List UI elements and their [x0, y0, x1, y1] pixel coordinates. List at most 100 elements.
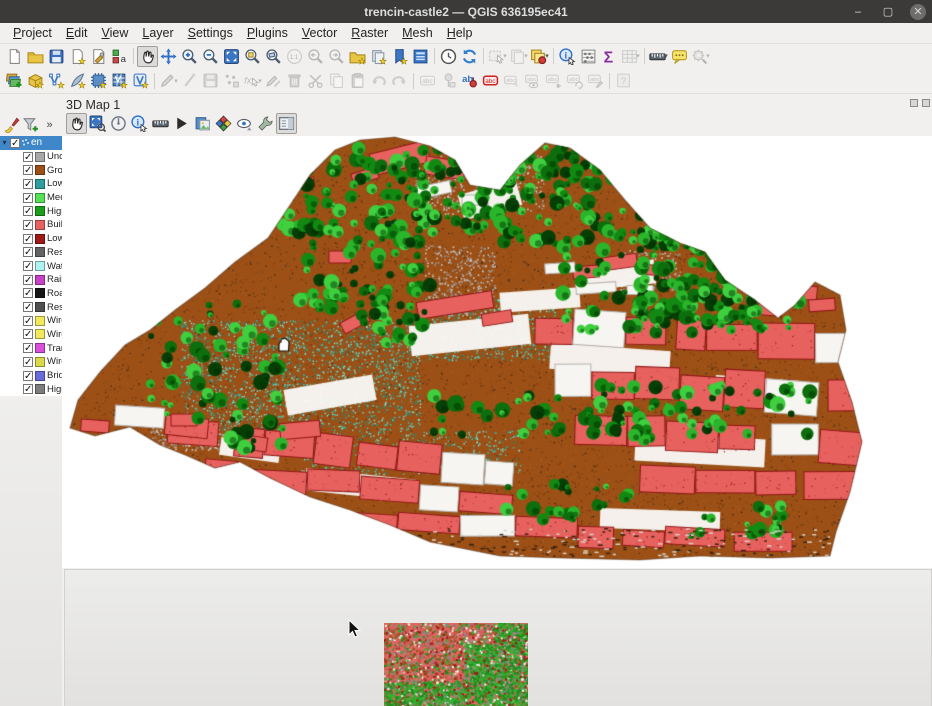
new-geojson-layer-button[interactable]: ★ [67, 70, 88, 91]
layer-class-row[interactable]: ✓High Vegetation [0, 204, 62, 218]
layer-class-row[interactable]: ✓Wire - Guard [0, 314, 62, 328]
move-label-button[interactable]: abc [543, 70, 564, 91]
zoom-out-button[interactable] [200, 46, 221, 67]
map-tips-button[interactable] [669, 46, 690, 67]
menu-mesh[interactable]: Mesh [395, 24, 440, 42]
class-checkbox[interactable]: ✓ [23, 193, 33, 203]
show-hidden-labels-button[interactable]: abc [522, 70, 543, 91]
layer-class-row[interactable]: ✓Reserved [0, 300, 62, 314]
maximize-button[interactable]: ▢ [880, 4, 896, 20]
layer-item-pointcloud[interactable]: ▾✓en [0, 136, 62, 150]
modify-attributes-button[interactable] [263, 70, 284, 91]
identify-3d-button[interactable]: i [129, 113, 150, 134]
save-project-button[interactable] [46, 46, 67, 67]
cut-features-button[interactable] [305, 70, 326, 91]
show-bookmarks-button[interactable]: ★ [368, 46, 389, 67]
identify-features-button[interactable]: i [557, 46, 578, 67]
processing-search-button[interactable]: ▾ [690, 46, 711, 67]
new-spatial-bookmark-button[interactable]: ★ [389, 46, 410, 67]
pan-map-button[interactable] [137, 46, 158, 67]
pan-to-selection-button[interactable] [158, 46, 179, 67]
more-tools-button[interactable]: » [40, 115, 59, 134]
new-project-button[interactable] [4, 46, 25, 67]
menu-project[interactable]: Project [6, 24, 59, 42]
layer-checkbox[interactable]: ✓ [10, 138, 20, 148]
new-bookmark-button[interactable]: ★ [347, 46, 368, 67]
new-from-template-button[interactable]: ★ [67, 46, 88, 67]
menu-view[interactable]: View [94, 24, 135, 42]
add-record-button[interactable] [221, 70, 242, 91]
class-checkbox[interactable]: ✓ [23, 261, 33, 271]
class-checkbox[interactable]: ✓ [23, 179, 33, 189]
layer-class-row[interactable]: ✓Wire - Conductor [0, 328, 62, 342]
menu-plugins[interactable]: Plugins [240, 24, 295, 42]
layer-class-row[interactable]: ✓Low Vegetation [0, 177, 62, 191]
camera-options-button[interactable] [234, 113, 255, 134]
undo-button[interactable] [368, 70, 389, 91]
menu-help[interactable]: Help [440, 24, 480, 42]
configure-3d-button[interactable] [213, 113, 234, 134]
class-checkbox[interactable]: ✓ [23, 220, 33, 230]
toggle-editing-button[interactable]: ▾ [158, 70, 179, 91]
attribute-table-button[interactable]: ▾ [620, 46, 641, 67]
layer-class-row[interactable]: ✓Ground [0, 163, 62, 177]
class-checkbox[interactable]: ✓ [23, 152, 33, 162]
map3d-close-icon[interactable] [922, 99, 930, 107]
menu-edit[interactable]: Edit [59, 24, 95, 42]
change-label-button[interactable]: abc [585, 70, 606, 91]
close-button[interactable]: ✕ [910, 4, 926, 20]
map3d-float-icon[interactable] [910, 99, 918, 107]
class-checkbox[interactable]: ✓ [23, 316, 33, 326]
dock-3d-view-button[interactable] [276, 113, 297, 134]
layer-class-row[interactable]: ✓Bridge Deck [0, 369, 62, 383]
effects-options-button[interactable] [255, 113, 276, 134]
style-manager-button[interactable]: a [109, 46, 130, 67]
redo-button[interactable] [389, 70, 410, 91]
class-checkbox[interactable]: ✓ [23, 371, 33, 381]
measure-line-3d-button[interactable] [150, 113, 171, 134]
class-checkbox[interactable]: ✓ [23, 329, 33, 339]
new-mesh-layer-button[interactable]: ★ [130, 70, 151, 91]
rotate-label-button[interactable]: abc [564, 70, 585, 91]
statistical-summary-button[interactable] [578, 46, 599, 67]
menu-settings[interactable]: Settings [181, 24, 240, 42]
save-layer-edits-button[interactable] [200, 70, 221, 91]
zoom-in-button[interactable] [179, 46, 200, 67]
delete-selected-button[interactable] [284, 70, 305, 91]
animations-button[interactable] [171, 113, 192, 134]
new-shapefile-layer-button[interactable]: ★ [46, 70, 67, 91]
highlight-unplaced-labels-button[interactable]: abc [480, 70, 501, 91]
show-sum-button[interactable]: Σ [599, 46, 620, 67]
deselect-features-button[interactable]: ▾ [508, 46, 529, 67]
class-checkbox[interactable]: ✓ [23, 384, 33, 394]
zoom-last-button[interactable] [305, 46, 326, 67]
class-checkbox[interactable]: ✓ [23, 275, 33, 285]
filter-legend-button[interactable] [21, 115, 40, 134]
layer-class-row[interactable]: ✓Low Point [0, 232, 62, 246]
select-by-form-button[interactable]: ▾ [529, 46, 550, 67]
menu-vector[interactable]: Vector [295, 24, 344, 42]
zoom-full-button[interactable] [221, 46, 242, 67]
layer-class-row[interactable]: ✓Water [0, 259, 62, 273]
current-edits-button[interactable] [179, 70, 200, 91]
layer-class-row[interactable]: ✓Building [0, 218, 62, 232]
layer-class-row[interactable]: ✓Unclassified [0, 150, 62, 164]
layer-class-row[interactable]: ✓Wire-structure Connector [0, 355, 62, 369]
copy-features-button[interactable] [326, 70, 347, 91]
help-contents-button[interactable]: ? [613, 70, 634, 91]
class-checkbox[interactable]: ✓ [23, 206, 33, 216]
refresh-map-button[interactable] [459, 46, 480, 67]
expand-arrow-icon[interactable]: ▾ [0, 138, 9, 147]
class-checkbox[interactable]: ✓ [23, 288, 33, 298]
layer-class-row[interactable]: ✓Road Surface [0, 287, 62, 301]
layer-class-row[interactable]: ✓Rail [0, 273, 62, 287]
project-properties-button[interactable] [88, 46, 109, 67]
open-project-button[interactable] [25, 46, 46, 67]
new-virtual-layer-button[interactable]: ★ [109, 70, 130, 91]
zoom-next-button[interactable] [326, 46, 347, 67]
layer-labeling-button[interactable]: abc [417, 70, 438, 91]
layer-diagram-button[interactable] [438, 70, 459, 91]
zoom-full-3d-button[interactable] [87, 113, 108, 134]
zoom-native-button[interactable]: 1:1 [284, 46, 305, 67]
minimize-button[interactable]: – [850, 4, 866, 20]
